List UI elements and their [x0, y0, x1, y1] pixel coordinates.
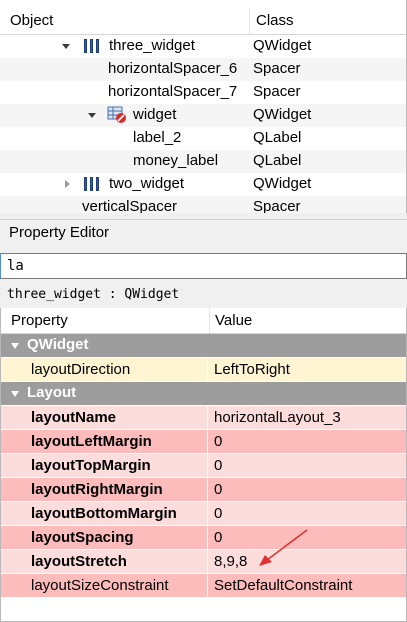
property-name: layoutSizeConstraint [1, 574, 208, 597]
tree-row-vertical-spacer[interactable]: verticalSpacer Spacer [0, 196, 406, 213]
tree-item-name: money_label [133, 152, 219, 169]
property-row-layout-top-margin[interactable]: layoutTopMargin 0 [1, 454, 406, 478]
tree-item-name: horizontalSpacer_6 [108, 60, 238, 77]
tree-row-horizontal-spacer-7[interactable]: horizontalSpacer_7 Spacer [0, 81, 406, 104]
property-filter-box[interactable] [0, 253, 407, 279]
property-name: layoutRightMargin [1, 478, 208, 501]
tree-item-class: QWidget [253, 175, 312, 192]
property-row-layout-bottom-margin[interactable]: layoutBottomMargin 0 [1, 502, 406, 526]
group-header-layout[interactable]: Layout [1, 382, 406, 405]
property-name: layoutTopMargin [1, 454, 208, 477]
tree-item-class: Spacer [253, 83, 301, 100]
tree-row-horizontal-spacer-6[interactable]: horizontalSpacer_6 Spacer [0, 58, 406, 81]
tree-item-name: widget [133, 106, 177, 123]
tree-item-class: QLabel [253, 129, 302, 146]
tree-item-class: QLabel [253, 152, 302, 169]
group-header-qwidget[interactable]: QWidget [1, 334, 406, 357]
tree-item-name: verticalSpacer [82, 198, 178, 213]
column-header-value[interactable]: Value [215, 312, 252, 329]
property-value[interactable]: 0 [210, 454, 406, 477]
column-header-object[interactable]: Object [10, 12, 53, 29]
property-name: layoutStretch [1, 550, 208, 573]
column-header-property[interactable]: Property [11, 312, 68, 329]
collapse-arrow-icon[interactable] [65, 180, 70, 188]
tree-row-money-label[interactable]: money_label QLabel [0, 150, 406, 173]
property-table: Property Value QWidget layoutDirection L… [0, 308, 407, 622]
tree-item-class: QWidget [253, 37, 312, 54]
tree-row-widget[interactable]: widget QWidget [0, 104, 406, 127]
expand-arrow-icon[interactable] [88, 113, 96, 118]
property-row-layout-left-margin[interactable]: layoutLeftMargin 0 [1, 430, 406, 454]
property-row-layout-direction[interactable]: layoutDirection LeftToRight [1, 358, 406, 382]
tree-item-name: label_2 [133, 129, 182, 146]
property-row-layout-right-margin[interactable]: layoutRightMargin 0 [1, 478, 406, 502]
property-value[interactable]: horizontalLayout_3 [210, 406, 406, 429]
property-name: layoutSpacing [1, 526, 208, 549]
property-value[interactable]: 0 [210, 430, 406, 453]
property-editor-title: Property Editor [9, 224, 110, 241]
property-name: layoutName [1, 406, 208, 429]
group-name: QWidget [27, 336, 89, 353]
broken-layout-widget-icon [107, 106, 126, 123]
tree-item-class: Spacer [253, 60, 301, 77]
tree-item-class: QWidget [253, 106, 312, 123]
tree-item-name: horizontalSpacer_7 [108, 83, 238, 100]
property-value[interactable]: LeftToRight [210, 358, 406, 381]
property-value[interactable]: 0 [210, 478, 406, 501]
annotation-arrow-icon [259, 529, 308, 566]
column-header-class[interactable]: Class [256, 12, 294, 29]
object-inspector: Object Class three_widget QWidget horizo… [0, 0, 407, 213]
tree-item-name: two_widget [109, 175, 185, 192]
property-row-layout-name[interactable]: layoutName horizontalLayout_3 [1, 406, 406, 430]
property-row-layout-size-constraint[interactable]: layoutSizeConstraint SetDefaultConstrain… [1, 574, 406, 598]
tree-row-three-widget[interactable]: three_widget QWidget [0, 35, 406, 58]
group-name: Layout [27, 384, 77, 401]
tree-row-label-2[interactable]: label_2 QLabel [0, 127, 406, 150]
property-table-header: Property Value [1, 308, 406, 334]
group-expand-icon[interactable] [11, 343, 19, 349]
object-class-text: three_widget : QWidget [7, 287, 180, 302]
horizontal-layout-icon [83, 38, 101, 54]
horizontal-layout-icon [83, 176, 101, 192]
property-value[interactable]: SetDefaultConstraint [210, 574, 406, 597]
expand-arrow-icon[interactable] [62, 44, 70, 49]
property-name: layoutLeftMargin [1, 430, 208, 453]
tree-row-two-widget[interactable]: two_widget QWidget [0, 173, 406, 196]
property-row-layout-spacing[interactable]: layoutSpacing 0 [1, 526, 406, 550]
object-class-label: three_widget : QWidget [0, 285, 407, 305]
tree-item-class: Spacer [253, 198, 301, 213]
property-editor-titlebar: Property Editor [0, 219, 407, 245]
inspector-header: Object Class [0, 8, 406, 35]
tree-item-name: three_widget [109, 37, 195, 54]
property-name: layoutBottomMargin [1, 502, 208, 525]
property-value[interactable]: 0 [210, 502, 406, 525]
group-expand-icon[interactable] [11, 391, 19, 397]
property-name: layoutDirection [1, 358, 208, 381]
property-filter-input[interactable] [7, 258, 387, 274]
property-row-layout-stretch[interactable]: layoutStretch 8,9,8 [1, 550, 406, 574]
